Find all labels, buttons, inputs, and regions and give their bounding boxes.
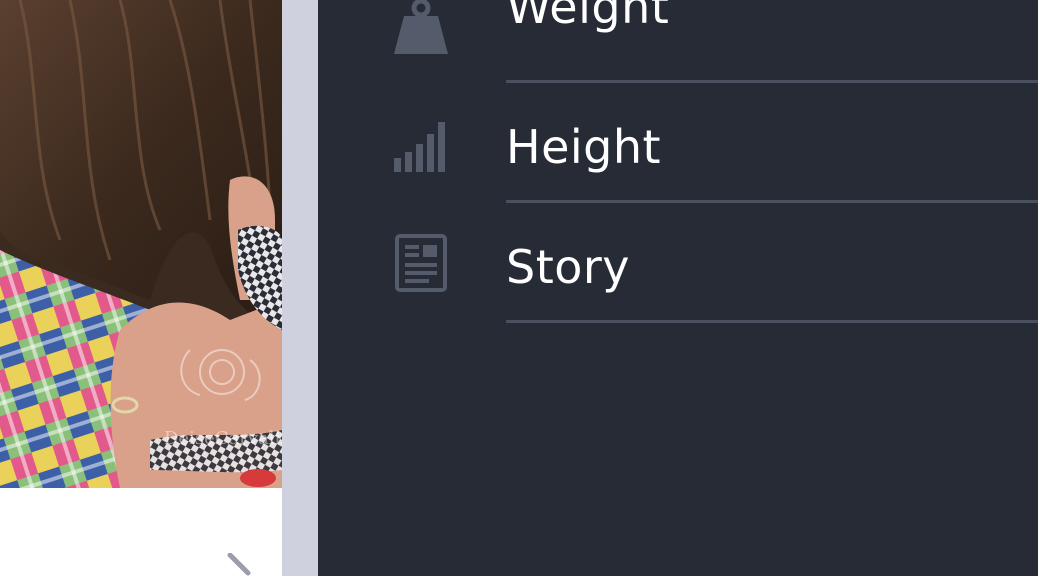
navigation-drawer: Weight Height Story bbox=[318, 0, 1038, 576]
profile-card[interactable]: DeiseCarvalho bbox=[0, 0, 282, 576]
menu-item-label: Weight bbox=[506, 0, 670, 34]
menu-item-label: Height bbox=[506, 120, 662, 174]
menu-divider bbox=[506, 80, 1038, 83]
menu-divider bbox=[506, 320, 1038, 323]
watermark-text: DeiseCarvalho bbox=[164, 428, 282, 449]
menu-divider bbox=[506, 200, 1038, 203]
menu-item-weight[interactable]: Weight bbox=[318, 0, 1038, 100]
menu-item-story[interactable]: Story bbox=[318, 220, 1038, 340]
profile-photo: DeiseCarvalho bbox=[0, 0, 282, 488]
story-document-icon bbox=[395, 234, 447, 292]
height-bars-icon bbox=[394, 122, 445, 172]
drawer-shadow-strip bbox=[282, 0, 318, 576]
menu-item-height[interactable]: Height bbox=[318, 100, 1038, 220]
weight-icon bbox=[394, 0, 448, 54]
menu-item-label: Story bbox=[506, 240, 631, 294]
chevron-icon[interactable] bbox=[226, 553, 256, 576]
